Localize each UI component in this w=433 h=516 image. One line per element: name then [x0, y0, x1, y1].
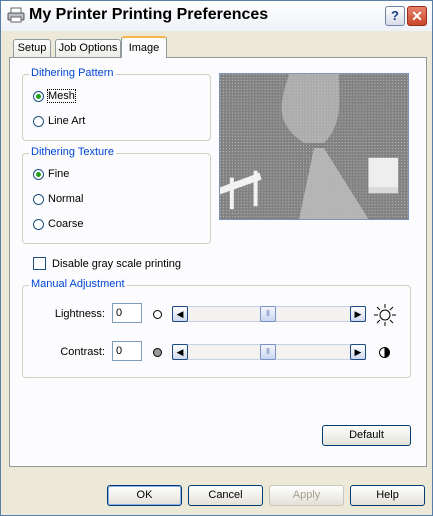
title-bar: My Printer Printing Preferences ? ✕ — [1, 1, 432, 31]
radio-normal-label[interactable]: Normal — [48, 193, 83, 205]
radio-line-art-label[interactable]: Line Art — [48, 115, 85, 127]
contrast-left-arrow-icon[interactable]: ◀ — [172, 344, 188, 360]
manual-adjustment-group: Manual Adjustment — [22, 278, 411, 378]
contrast-right-arrow-icon[interactable]: ▶ — [350, 344, 366, 360]
tab-job-options[interactable]: Job Options — [55, 39, 121, 57]
contrast-label: Contrast: — [60, 346, 105, 358]
lightness-left-arrow-icon[interactable]: ◀ — [172, 306, 188, 322]
lightness-slider-thumb[interactable]: ⦀ — [260, 306, 276, 322]
dithering-pattern-legend: Dithering Pattern — [29, 67, 116, 79]
close-button[interactable]: ✕ — [407, 6, 427, 26]
dithering-texture-group: Dithering Texture Fine Normal Coarse — [22, 146, 211, 244]
cancel-button[interactable]: Cancel — [188, 485, 263, 506]
lightness-input[interactable]: 0 — [112, 303, 142, 323]
disable-gray-checkbox[interactable] — [33, 257, 46, 270]
apply-button[interactable]: Apply — [269, 485, 344, 506]
radio-coarse[interactable]: Coarse — [33, 216, 83, 232]
default-button[interactable]: Default — [322, 425, 411, 446]
lightness-label: Lightness: — [54, 308, 105, 320]
printer-icon — [7, 7, 25, 23]
radio-mesh[interactable]: Mesh — [33, 88, 76, 104]
radio-mesh-label[interactable]: Mesh — [47, 89, 76, 103]
dithering-texture-legend: Dithering Texture — [29, 146, 116, 158]
sun-icon — [374, 304, 396, 326]
tab-image[interactable]: Image — [121, 36, 167, 58]
contrast-max-icon — [379, 347, 390, 358]
radio-line-art-indicator[interactable] — [33, 115, 44, 127]
disable-gray-checkbox-row[interactable]: Disable gray scale printing — [33, 257, 181, 270]
disable-gray-label[interactable]: Disable gray scale printing — [52, 258, 181, 270]
lightness-slider[interactable]: ◀ ⦀ ▶ — [172, 306, 366, 322]
ok-button[interactable]: OK — [107, 485, 182, 506]
contrast-slider[interactable]: ◀ ⦀ ▶ — [172, 344, 366, 360]
radio-normal-indicator[interactable] — [33, 193, 44, 205]
radio-fine-indicator[interactable] — [33, 168, 44, 180]
radio-fine[interactable]: Fine — [33, 166, 69, 182]
radio-coarse-indicator[interactable] — [33, 218, 44, 230]
help-title-button[interactable]: ? — [385, 6, 405, 26]
tab-setup[interactable]: Setup — [13, 39, 51, 57]
radio-coarse-label[interactable]: Coarse — [48, 218, 83, 230]
contrast-slider-thumb[interactable]: ⦀ — [260, 344, 276, 360]
light-min-icon — [153, 310, 162, 319]
lightness-right-arrow-icon[interactable]: ▶ — [350, 306, 366, 322]
window-title: My Printer Printing Preferences — [29, 6, 269, 23]
radio-line-art[interactable]: Line Art — [33, 113, 85, 129]
manual-adjustment-legend: Manual Adjustment — [29, 278, 127, 290]
dithering-pattern-group: Dithering Pattern Mesh Line Art — [22, 67, 211, 141]
radio-normal[interactable]: Normal — [33, 191, 83, 207]
radio-fine-label[interactable]: Fine — [48, 168, 69, 180]
contrast-min-icon — [153, 348, 162, 357]
printing-preferences-dialog: My Printer Printing Preferences ? ✕ Setu… — [0, 0, 433, 516]
help-button[interactable]: Help — [350, 485, 425, 506]
radio-mesh-indicator[interactable] — [33, 90, 44, 102]
dithering-preview-image — [219, 73, 409, 220]
contrast-input[interactable]: 0 — [112, 341, 142, 361]
